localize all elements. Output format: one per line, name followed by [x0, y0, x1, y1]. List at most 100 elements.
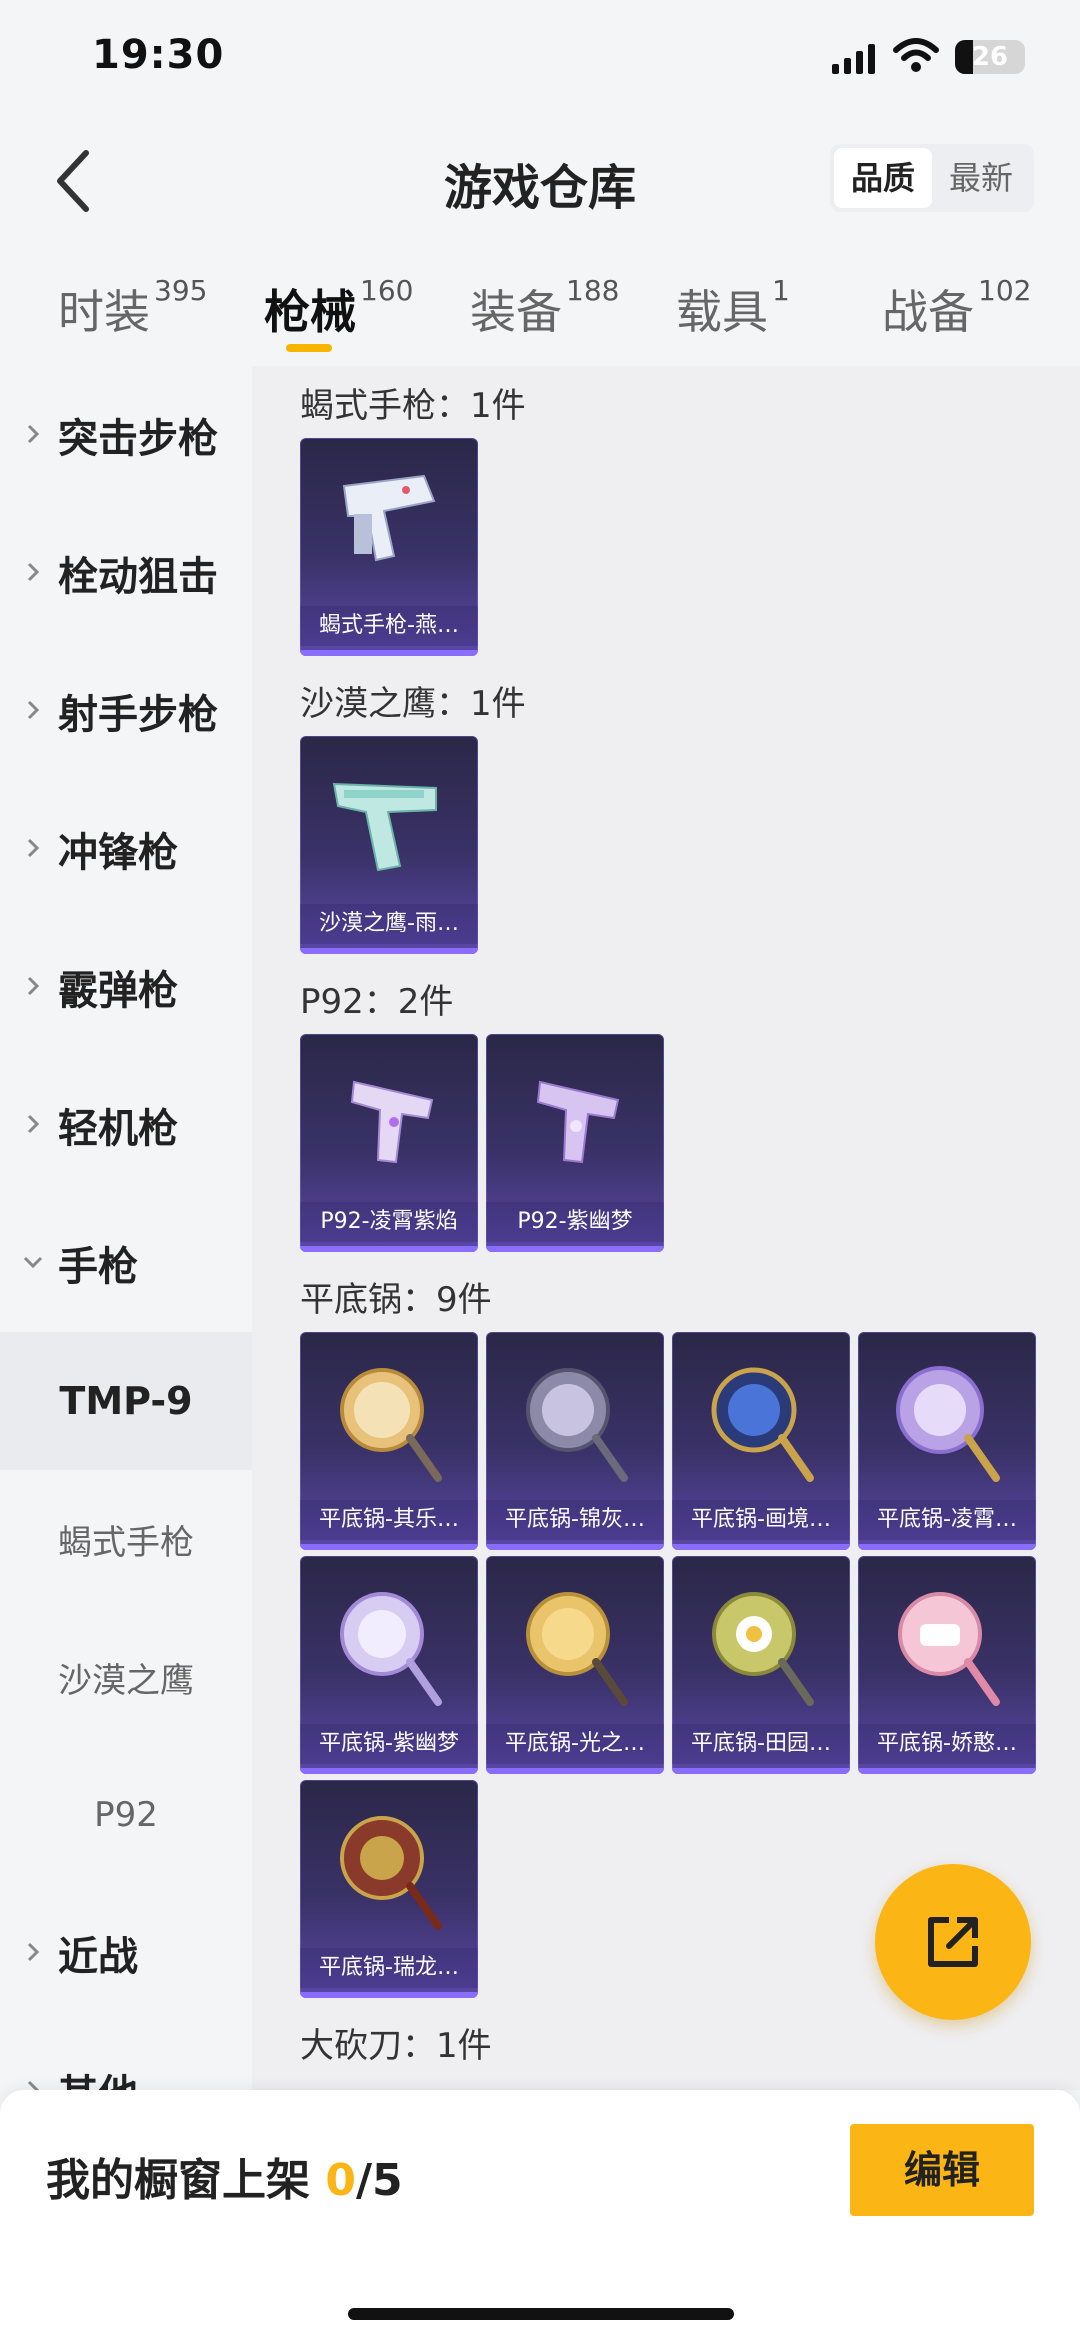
- chevron-right-icon: [27, 838, 40, 858]
- sidebar-item-shotgun[interactable]: 霰弹枪: [0, 918, 252, 1056]
- sidebar-item-other[interactable]: 其他: [0, 2022, 252, 2090]
- tab-fashion[interactable]: 时装 395: [58, 274, 207, 342]
- sidebar-item-label: 射手步枪: [58, 692, 218, 738]
- item-card[interactable]: 平底锅-田园…: [672, 1556, 850, 1774]
- rarity-bar: [300, 1246, 478, 1252]
- frying-pan-icon: [711, 1367, 814, 1482]
- sidebar-item-label: 栓动狙击: [58, 554, 218, 600]
- item-card[interactable]: 沙漠之鹰-雨…: [300, 736, 478, 954]
- chevron-right-icon: [27, 1114, 40, 1134]
- item-name: P92-凌霄紫焰: [300, 1202, 478, 1242]
- chevron-right-icon: [27, 424, 40, 444]
- pistol-icon: [536, 1080, 620, 1164]
- frying-pan-icon: [526, 1368, 628, 1482]
- sort-by-quality[interactable]: 品质: [834, 148, 932, 208]
- frying-pan-icon: [898, 1592, 1000, 1706]
- share-button[interactable]: [875, 1864, 1031, 2020]
- item-name: 蝎式手枪-燕…: [300, 606, 478, 646]
- item-card[interactable]: 平底锅-光之…: [486, 1556, 664, 1774]
- sidebar-item-label: 手枪: [58, 1244, 138, 1290]
- edit-button[interactable]: 编辑: [850, 2124, 1034, 2216]
- rarity-bar: [858, 1768, 1036, 1774]
- item-card[interactable]: 平底锅-紫幽梦: [300, 1556, 478, 1774]
- sidebar-item-label: 近战: [58, 1934, 138, 1980]
- sidebar-subitem-p92[interactable]: P92: [0, 1746, 252, 1884]
- tab-count: 102: [978, 274, 1032, 307]
- rarity-bar: [300, 650, 478, 656]
- item-card[interactable]: 平底锅-瑞龙…: [300, 1780, 478, 1998]
- tab-count: 1: [772, 274, 790, 307]
- sidebar-item-label: 霰弹枪: [58, 968, 178, 1014]
- item-name: 平底锅-光之…: [486, 1724, 664, 1764]
- rarity-bar: [300, 948, 478, 954]
- pistol-icon: [332, 782, 437, 872]
- sidebar-subitem-desert-eagle[interactable]: 沙漠之鹰: [0, 1608, 252, 1746]
- item-grid: 沙漠之鹰-雨…: [300, 736, 1048, 954]
- chevron-right-icon: [27, 562, 40, 582]
- sidebar-item-melee[interactable]: 近战: [0, 1884, 252, 2022]
- item-card[interactable]: P92-紫幽梦: [486, 1034, 664, 1252]
- tab-equipment[interactable]: 装备 188: [470, 274, 619, 342]
- sidebar: 突击步枪 栓动狙击 射手步枪 冲锋枪 霰弹枪 轻机枪 手枪 TMP-9 蝎式手枪…: [0, 366, 252, 2090]
- item-card[interactable]: 平底锅-画境…: [672, 1332, 850, 1550]
- sidebar-subitem-scorpion[interactable]: 蝎式手枪: [0, 1470, 252, 1608]
- item-name: 平底锅-其乐…: [300, 1500, 478, 1540]
- item-name: 平底锅-紫幽梦: [300, 1724, 478, 1764]
- chevron-down-icon: [23, 1256, 43, 1269]
- group-title: 沙漠之鹰：1件: [300, 684, 526, 724]
- item-name: 平底锅-凌霄…: [858, 1500, 1036, 1540]
- sort-by-newest[interactable]: 最新: [932, 148, 1030, 208]
- battery-percent: 26: [971, 42, 1009, 72]
- showcase-status: 我的橱窗上架 0/5: [46, 2144, 403, 2208]
- frying-pan-icon: [526, 1592, 628, 1706]
- rarity-bar: [858, 1544, 1036, 1550]
- showcase-label: 我的橱窗上架: [46, 2155, 326, 2206]
- wifi-icon: [893, 38, 939, 72]
- item-list: 蝎式手枪：1件 蝎式手枪-燕… 沙漠之鹰：1件 沙漠之鹰-雨… P92：2件 P…: [252, 366, 1080, 2090]
- item-card[interactable]: 平底锅-锦灰…: [486, 1332, 664, 1550]
- sidebar-item-label: 轻机枪: [58, 1106, 178, 1152]
- sidebar-item-smg[interactable]: 冲锋枪: [0, 780, 252, 918]
- group-title: P92：2件: [300, 982, 454, 1022]
- rarity-bar: [672, 1544, 850, 1550]
- item-card[interactable]: 平底锅-娇憨…: [858, 1556, 1036, 1774]
- tab-label: 装备: [470, 285, 562, 339]
- tab-supplies[interactable]: 战备 102: [882, 274, 1032, 342]
- cellular-signal-icon: [832, 44, 875, 74]
- pistol-icon: [342, 474, 436, 562]
- frying-pan-icon: [340, 1816, 442, 1930]
- sidebar-item-label: 突击步枪: [58, 416, 218, 462]
- tab-label: 载具: [676, 285, 768, 339]
- sidebar-item-pistol[interactable]: 手枪: [0, 1194, 252, 1332]
- tab-label: 时装: [58, 285, 150, 339]
- sidebar-subitem-tmp9[interactable]: TMP-9: [0, 1332, 252, 1470]
- header: 游戏仓库 品质 最新: [0, 120, 1080, 240]
- item-grid: P92-凌霄紫焰 P92-紫幽梦: [300, 1034, 1048, 1252]
- group-title: 平底锅：9件: [300, 1280, 492, 1320]
- warehouse-page: 19:30 26 游戏仓库 品质 最新 时装 395 枪械 160 装备 188…: [0, 0, 1080, 2339]
- sidebar-item-assault-rifle[interactable]: 突击步枪: [0, 366, 252, 504]
- tab-weapons[interactable]: 枪械 160: [264, 274, 413, 342]
- item-name: 平底锅-锦灰…: [486, 1500, 664, 1540]
- item-card[interactable]: P92-凌霄紫焰: [300, 1034, 478, 1252]
- tab-vehicles[interactable]: 载具 1: [676, 274, 790, 342]
- item-card[interactable]: 蝎式手枪-燕…: [300, 438, 478, 656]
- item-card[interactable]: 平底锅-其乐…: [300, 1332, 478, 1550]
- chevron-right-icon: [27, 1942, 40, 1962]
- sidebar-item-marksman-rifle[interactable]: 射手步枪: [0, 642, 252, 780]
- frying-pan-icon: [896, 1366, 1000, 1482]
- showcase-bar: 我的橱窗上架 0/5 编辑: [0, 2090, 1080, 2339]
- sidebar-item-lmg[interactable]: 轻机枪: [0, 1056, 252, 1194]
- category-tabs: 时装 395 枪械 160 装备 188 载具 1 战备 102: [0, 240, 1080, 366]
- battery-icon: 26: [955, 40, 1025, 74]
- item-card[interactable]: 平底锅-凌霄…: [858, 1332, 1036, 1550]
- frying-pan-icon: [340, 1368, 442, 1482]
- rarity-bar: [486, 1246, 664, 1252]
- chevron-right-icon: [27, 2080, 40, 2090]
- rarity-bar: [300, 1768, 478, 1774]
- frying-pan-icon: [712, 1592, 814, 1706]
- sidebar-item-bolt-sniper[interactable]: 栓动狙击: [0, 504, 252, 642]
- item-name: P92-紫幽梦: [486, 1202, 664, 1242]
- active-tab-indicator: [286, 344, 332, 352]
- rarity-bar: [300, 1992, 478, 1998]
